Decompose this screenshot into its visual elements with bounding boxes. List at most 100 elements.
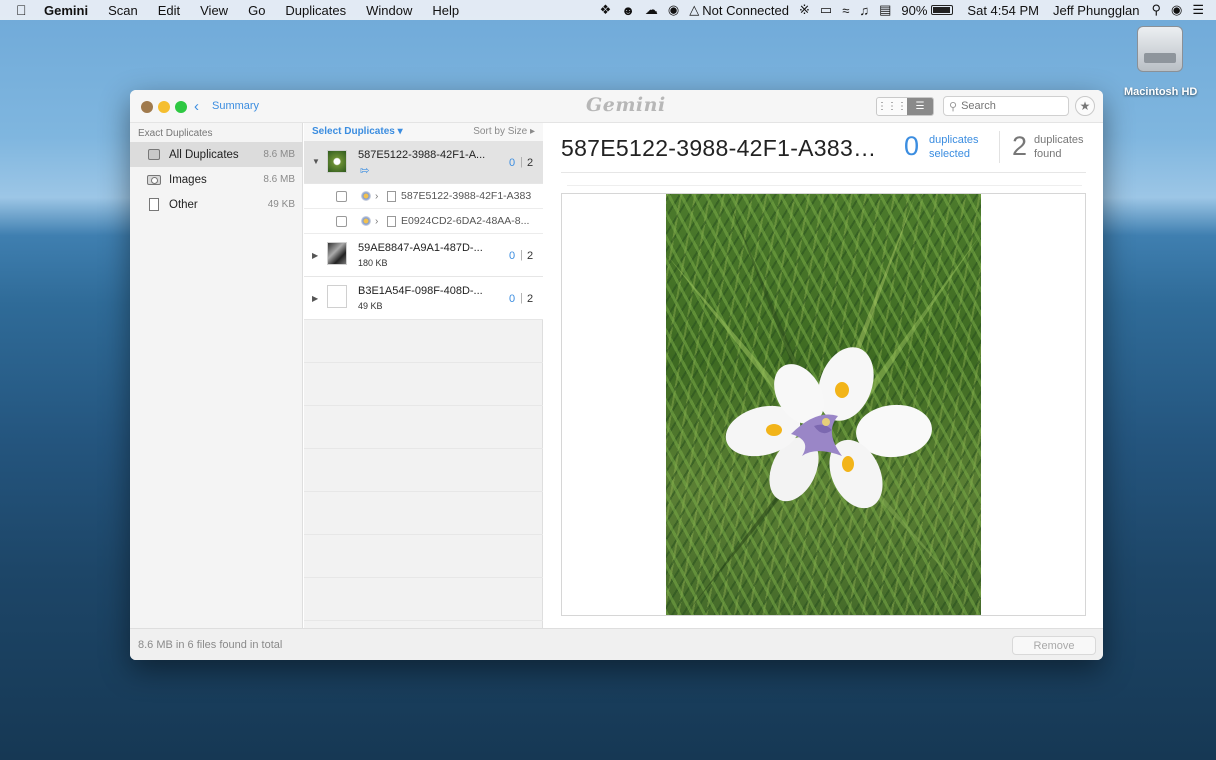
battery-icon[interactable] xyxy=(931,5,954,15)
count-divider: | xyxy=(520,292,523,304)
duplicates-found-label-line1: duplicates xyxy=(1034,134,1084,146)
menu-app-name[interactable]: Gemini xyxy=(44,3,88,18)
document-icon xyxy=(147,198,161,211)
remove-button[interactable]: Remove xyxy=(1012,636,1096,655)
sidebar-item-all-duplicates[interactable]: All Duplicates 8.6 MB xyxy=(130,142,303,167)
sidebar-item-label: Other xyxy=(169,198,198,211)
menu-edit[interactable]: Edit xyxy=(158,3,180,18)
sidebar-item-images[interactable]: Images 8.6 MB xyxy=(130,167,303,192)
camera-icon xyxy=(147,174,161,186)
group-size: 180 KB xyxy=(358,258,388,268)
sidebar-item-other[interactable]: Other 49 KB xyxy=(130,192,303,217)
image-preview xyxy=(561,193,1086,616)
file-checkbox[interactable] xyxy=(336,215,347,227)
duplicates-selected-label-line1: duplicates xyxy=(929,134,979,146)
volume-icon[interactable]: ♫ xyxy=(859,3,869,18)
menu-duplicates[interactable]: Duplicates xyxy=(285,3,346,18)
cloud-icon[interactable]: ☁ xyxy=(645,2,658,18)
menu-help[interactable]: Help xyxy=(432,3,459,18)
globe-icon[interactable]: ◉ xyxy=(668,2,679,18)
dropbox-icon[interactable]: ❖ xyxy=(600,2,612,18)
group-size: 49 KB xyxy=(358,301,383,311)
display-icon[interactable]: ▤ xyxy=(879,2,891,18)
group-found-count: 2 xyxy=(527,293,534,305)
menu-go[interactable]: Go xyxy=(248,3,265,18)
vpn-icon[interactable]: △ xyxy=(689,2,699,18)
user-name[interactable]: Jeff Phungglan xyxy=(1053,3,1140,18)
group-selected-count: 0 xyxy=(509,157,516,169)
empty-list-row xyxy=(304,406,543,449)
file-checkbox[interactable] xyxy=(336,190,347,202)
duplicate-group-row[interactable]: ▼ 587E5122-3988-42F1-A... ⇰ 0 | 2 xyxy=(304,141,543,184)
file-icon xyxy=(387,190,396,202)
disclosure-triangle-icon[interactable]: ▼ xyxy=(312,157,320,166)
duplicate-group-row[interactable]: ▶ 59AE8847-A9A1-487D-... 180 KB 0 | 2 xyxy=(304,234,543,277)
stats-divider xyxy=(999,131,1000,163)
maximize-button[interactable] xyxy=(175,101,187,113)
iris-flower-image xyxy=(666,194,981,614)
duplicate-file-row[interactable]: › E0924CD2-6DA2-48AA-8... xyxy=(304,209,543,234)
count-divider: | xyxy=(520,156,523,168)
back-chevron-icon[interactable]: ‹ xyxy=(194,98,199,115)
menu-scan[interactable]: Scan xyxy=(108,3,138,18)
favorites-star-button[interactable]: ★ xyxy=(1075,96,1095,116)
search-field[interactable]: ⚲ xyxy=(943,96,1069,116)
chevron-right-icon: › xyxy=(375,190,379,202)
sidebar: Exact Duplicates All Duplicates 8.6 MB I… xyxy=(130,123,303,628)
gemini-logo: Gemini xyxy=(586,94,666,116)
empty-list-row xyxy=(304,535,543,578)
bluetooth-icon[interactable]: ※ xyxy=(799,2,810,18)
hard-drive-icon xyxy=(1137,26,1183,72)
list-view-icon[interactable]: ☰ xyxy=(907,98,933,115)
menu-window[interactable]: Window xyxy=(366,3,412,18)
group-name: 59AE8847-A9A1-487D-... xyxy=(358,242,483,254)
notification-center-icon[interactable]: ☰ xyxy=(1192,2,1204,18)
status-footer: 8.6 MB in 6 files found in total Remove xyxy=(130,628,1103,660)
signpost-icon: ⇰ xyxy=(360,165,370,177)
grid-view-icon[interactable]: ⋮⋮⋮ xyxy=(877,98,907,115)
disclosure-triangle-icon[interactable]: ▶ xyxy=(312,251,318,260)
sidebar-item-size: 8.6 MB xyxy=(263,174,295,185)
spotlight-icon[interactable]: ⚲ xyxy=(1151,2,1161,18)
duplicates-selected-count: 0 xyxy=(904,131,920,161)
gemini-status-icon[interactable]: ☻ xyxy=(621,3,635,18)
preview-photo xyxy=(666,194,981,615)
sidebar-item-size: 49 KB xyxy=(267,199,295,210)
duplicates-selected-label-line2: selected xyxy=(929,148,970,160)
detail-title: 587E5122-3988-42F1-A383-... xyxy=(561,135,881,161)
minimize-button[interactable] xyxy=(158,101,170,113)
title-bar: ‹ Summary Gemini ⋮⋮⋮ ☰ ⚲ ★ xyxy=(130,90,1103,123)
group-name: B3E1A54F-098F-408D-... xyxy=(358,285,483,297)
search-input[interactable] xyxy=(961,100,1062,112)
sidebar-item-label: All Duplicates xyxy=(169,148,239,161)
user-avatar-icon[interactable]: ◉ xyxy=(1171,2,1182,18)
list-header: Select Duplicates ▾ Sort by Size ▸ xyxy=(304,123,543,141)
desktop-drive-label: Macintosh HD xyxy=(1124,86,1198,98)
file-name: E0924CD2-6DA2-48AA-8... xyxy=(401,215,530,227)
empty-list-row xyxy=(304,449,543,492)
summary-back-link[interactable]: Summary xyxy=(212,100,259,112)
network-status[interactable]: Not Connected xyxy=(702,3,789,18)
duplicate-group-row[interactable]: ▶ B3E1A54F-098F-408D-... 49 KB 0 | 2 xyxy=(304,277,543,320)
menu-view[interactable]: View xyxy=(200,3,228,18)
file-name: 587E5122-3988-42F1-A383-... xyxy=(401,190,531,202)
select-duplicates-dropdown[interactable]: Select Duplicates ▾ xyxy=(312,126,403,137)
chevron-right-icon: › xyxy=(375,215,379,227)
empty-list-row xyxy=(304,492,543,535)
view-mode-toggle: ⋮⋮⋮ ☰ xyxy=(876,97,934,116)
total-status-text: 8.6 MB in 6 files found in total xyxy=(138,639,283,651)
thumbnail-icon xyxy=(327,285,347,308)
group-selected-count: 0 xyxy=(509,250,516,262)
wifi-icon[interactable]: ≈ xyxy=(842,3,849,18)
sort-dropdown[interactable]: Sort by Size ▸ xyxy=(473,126,535,137)
disclosure-triangle-icon[interactable]: ▶ xyxy=(312,294,318,303)
desktop-drive[interactable]: Macintosh HD xyxy=(1124,26,1198,98)
battery-percent[interactable]: 90% xyxy=(901,3,927,18)
duplicates-list: Select Duplicates ▾ Sort by Size ▸ ▼ 587… xyxy=(304,123,543,628)
clock[interactable]: Sat 4:54 PM xyxy=(967,3,1039,18)
duplicate-file-row[interactable]: › 587E5122-3988-42F1-A383-... xyxy=(304,184,543,209)
apple-menu-icon[interactable]:  xyxy=(16,2,30,18)
drive-icon xyxy=(147,149,161,161)
airplay-icon[interactable]: ▭ xyxy=(820,2,832,18)
close-button[interactable] xyxy=(141,101,153,113)
